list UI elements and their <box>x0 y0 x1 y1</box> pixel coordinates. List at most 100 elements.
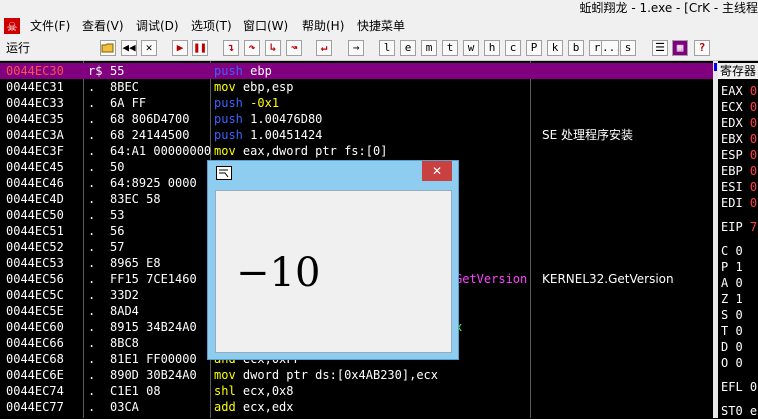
row-comment: SE 处理程序安装 <box>542 128 634 142</box>
open-folder-icon[interactable] <box>100 40 116 56</box>
mnemonic: mov <box>214 368 236 382</box>
disasm-row[interactable]: 0044EC33. 6A FF push -0x1 <box>0 95 713 111</box>
rewind-icon[interactable]: ◀◀ <box>121 40 137 56</box>
menu-window[interactable]: 窗口(W) <box>243 16 288 37</box>
close-button[interactable]: ✕ <box>422 161 452 181</box>
execute-till-return-icon[interactable]: ↵ <box>316 40 332 56</box>
register-p[interactable]: P 1 <box>721 259 743 275</box>
toolbar-button-s[interactable]: s <box>620 40 636 56</box>
register-st0[interactable]: ST0 e <box>721 403 757 419</box>
register-value: 0 <box>735 356 743 370</box>
menu-help[interactable]: 帮助(H) <box>302 16 344 37</box>
list-view-icon[interactable]: ☰ <box>652 40 668 56</box>
register-esp[interactable]: ESP 0 <box>721 147 757 163</box>
trace-over-icon[interactable]: ↝ <box>286 40 302 56</box>
register-edx[interactable]: EDX 0 <box>721 115 757 131</box>
operands: ebp,esp <box>242 80 294 94</box>
register-value: 0 <box>749 180 758 194</box>
goto-icon[interactable]: → <box>348 40 364 56</box>
register-t[interactable]: T 0 <box>721 323 743 339</box>
menu-options[interactable]: 选项(T) <box>191 16 232 37</box>
row-instruction: push ebp <box>214 63 272 79</box>
app-window-icon <box>216 166 232 180</box>
register-pane[interactable]: 寄存器 EAX 0 ECX 0 EDX 0 EBX 0 ESP 0 EBP 0 ESI 0E… <box>713 61 758 418</box>
row-address: 0044EC53 <box>6 256 64 270</box>
row-hex-bytes: 8965 E8 <box>110 256 161 270</box>
toolbar-button-more[interactable]: ... <box>601 40 619 56</box>
menu-view[interactable]: 查看(V) <box>82 16 124 37</box>
close-file-icon[interactable]: ✕ <box>141 40 157 56</box>
disasm-row[interactable]: 0044EC77. 03CA add ecx,edx <box>0 399 713 415</box>
run-icon[interactable]: ▶ <box>172 40 188 56</box>
register-value: 0 <box>749 100 758 114</box>
register-c[interactable]: C 0 <box>721 243 743 259</box>
debugger-app-icon[interactable]: ☠ <box>4 18 20 34</box>
row-marker: . <box>88 352 96 366</box>
step-over-icon[interactable]: ↷ <box>244 40 260 56</box>
row-address: 0044EC66 <box>6 336 64 350</box>
toolbar-button-e[interactable]: e <box>400 40 416 56</box>
disasm-row[interactable]: 0044EC3F. 64:A1 00000000 mov eax,dword ptr… <box>0 143 713 159</box>
toolbar-button-k[interactable]: k <box>547 40 563 56</box>
disassembly-scrollbar[interactable] <box>713 61 718 418</box>
row-hex-bytes: 68 24144500 <box>110 128 190 142</box>
operands: 1.00451424 <box>250 128 323 142</box>
register-esi[interactable]: ESI 0 <box>721 179 757 195</box>
menu-shortcut[interactable]: 快捷菜单 <box>357 16 405 37</box>
menu-file[interactable]: 文件(F) <box>30 16 70 37</box>
disasm-row[interactable]: 0044EC6E. 890D 30B24A0 mov dword ptr ds:[0… <box>0 367 713 383</box>
disasm-row[interactable]: 0044EC31. 8BEC mov ebp,esp <box>0 79 713 95</box>
register-o[interactable]: O 0 <box>721 355 743 371</box>
toolbar-button-c[interactable]: c <box>505 40 521 56</box>
menu-debug[interactable]: 调试(D) <box>136 16 179 37</box>
row-marker: . <box>88 176 96 190</box>
pause-icon[interactable]: ❚❚ <box>192 40 208 56</box>
toolbar-button-h[interactable]: h <box>484 40 500 56</box>
step-into-icon[interactable]: ↴ <box>223 40 239 56</box>
toolbar-button-m[interactable]: m <box>421 40 437 56</box>
register-efl[interactable]: EFL 0 <box>721 379 757 395</box>
register-edi[interactable]: EDI 0 <box>721 195 757 211</box>
disasm-row[interactable]: 0044EC3A. 68 24144500 push 1.00451424 SE 处理… <box>0 127 713 143</box>
row-hex-bytes: 8AD4 <box>110 304 139 318</box>
register-value: 0 <box>735 276 743 290</box>
register-s[interactable]: S 0 <box>721 307 743 323</box>
register-ecx[interactable]: ECX 0 <box>721 99 757 115</box>
row-hex-bytes: 64:8925 0000 <box>110 176 197 190</box>
disasm-row[interactable]: 0044EC35. 68 806D4700 push 1.00476D80 <box>0 111 713 127</box>
row-address: 0044EC77 <box>6 400 64 414</box>
scrollbar-thumb[interactable] <box>714 63 717 71</box>
register-a[interactable]: A 0 <box>721 275 743 291</box>
register-d[interactable]: D 0 <box>721 339 743 355</box>
toolbar-button-l[interactable]: l <box>379 40 395 56</box>
toolbar-button-help[interactable]: ? <box>694 40 710 56</box>
toolbar-button-p[interactable]: P <box>526 40 542 56</box>
row-hex-bytes: 50 <box>110 160 125 174</box>
toolbar-button-w[interactable]: w <box>463 40 479 56</box>
row-address: 0044EC60 <box>6 320 64 334</box>
row-instruction: shl ecx,0x8 <box>214 383 294 399</box>
mnemonic: mov <box>214 144 236 158</box>
row-marker: . <box>88 144 96 158</box>
mnemonic: add <box>214 400 236 414</box>
disasm-row[interactable]: 0044EC30 r$ 55 push ebp <box>0 63 713 79</box>
disasm-row[interactable]: 0044EC74. C1E1 08 shl ecx,0x8 <box>0 383 713 399</box>
register-eax[interactable]: EAX 0 <box>721 83 757 99</box>
row-address: 0044EC52 <box>6 240 64 254</box>
row-hex-bytes: 890D 30B24A0 <box>110 368 197 382</box>
register-ebx[interactable]: EBX 0 <box>721 131 757 147</box>
row-instruction: GetVersion <box>455 271 527 287</box>
register-value: 0 <box>749 380 758 394</box>
trace-into-icon[interactable]: ↳ <box>265 40 281 56</box>
row-hex-bytes: 56 <box>110 224 125 238</box>
register-ebp[interactable]: EBP 0 <box>721 163 757 179</box>
grid-view-icon[interactable]: ▦ <box>672 40 688 56</box>
toolbar-button-t[interactable]: t <box>442 40 458 56</box>
row-hex-bytes: 8BC8 <box>110 336 139 350</box>
mnemonic: mov <box>214 80 236 94</box>
register-z[interactable]: Z 1 <box>721 291 743 307</box>
toolbar-button-b[interactable]: b <box>568 40 584 56</box>
row-hex-bytes: 8BEC <box>110 80 139 94</box>
register-eip[interactable]: EIP 7 <box>721 219 757 235</box>
svg-text:☠: ☠ <box>7 20 18 34</box>
